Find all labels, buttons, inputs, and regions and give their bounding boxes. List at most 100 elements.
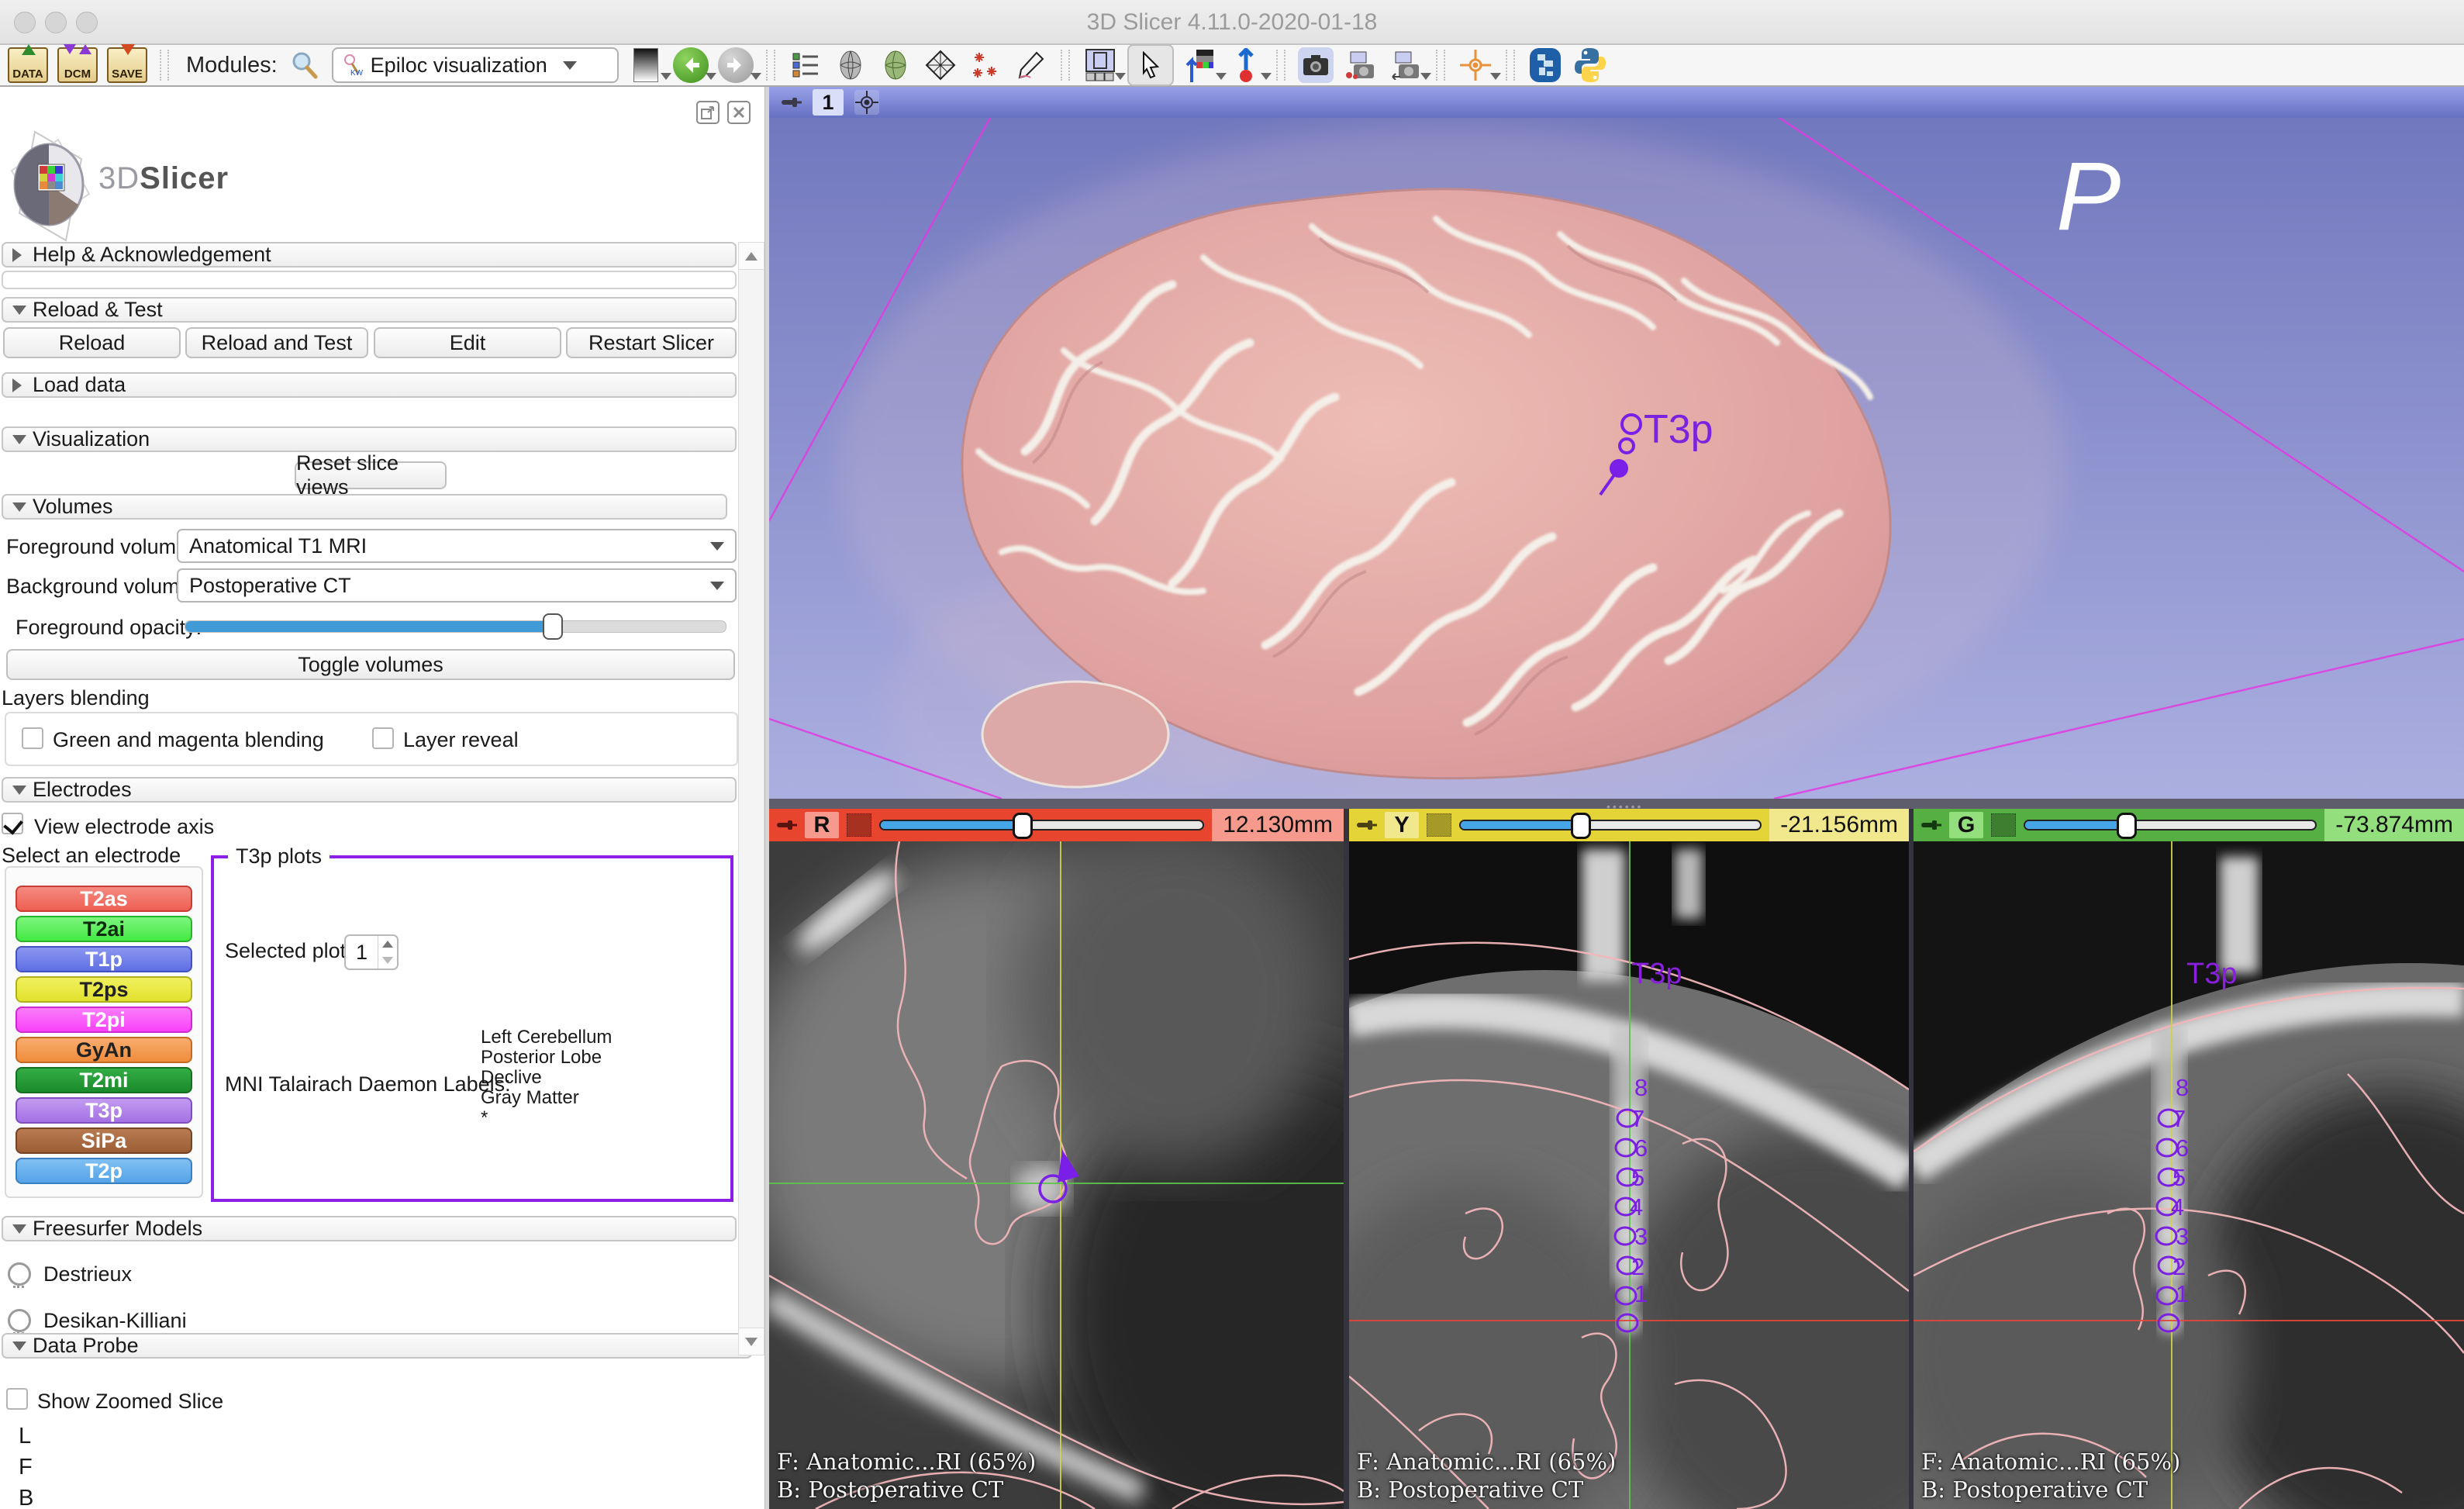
red-slice-letter[interactable]: R (805, 812, 839, 838)
freesurfer-item-desikan[interactable]: Desikan-Killiani (43, 1309, 187, 1333)
green-magenta-checkbox[interactable] (22, 727, 43, 749)
slice-splitter[interactable] (1344, 809, 1349, 1509)
layout-list-icon[interactable] (788, 47, 823, 83)
slider-handle[interactable] (2117, 813, 2137, 839)
pin-icon[interactable] (1920, 817, 1941, 834)
background-volume-selector[interactable]: Postoperative CT (177, 568, 737, 603)
electrode-button-t2p[interactable]: T2p (16, 1158, 192, 1184)
cube-icon[interactable] (833, 47, 868, 83)
pen-icon[interactable] (1013, 47, 1048, 83)
fiducial-cluster-icon[interactable] (968, 47, 1003, 83)
visibility-icon[interactable] (8, 1309, 31, 1332)
electrode-button-t2ai[interactable]: T2ai (16, 916, 192, 942)
module-back-icon[interactable] (673, 47, 709, 83)
slider-handle[interactable] (543, 613, 563, 640)
scroll-up-icon[interactable] (739, 243, 764, 270)
section-electrodes[interactable]: Electrodes (2, 777, 737, 803)
view-electrode-axis-checkbox[interactable] (2, 813, 23, 834)
reload-and-test-button[interactable]: Reload and Test (185, 327, 368, 358)
save-button[interactable]: SAVE (107, 47, 147, 83)
panel-scrollbar[interactable] (738, 242, 764, 1355)
slice-visibility-icon[interactable] (847, 813, 871, 837)
section-freesurfer[interactable]: Freesurfer Models (2, 1216, 737, 1241)
module-selector[interactable]: KW Epiloc visualization (332, 47, 619, 83)
slice-visibility-icon[interactable] (1427, 813, 1451, 837)
edit-button[interactable]: Edit (374, 327, 561, 358)
section-data-probe[interactable]: Data Probe (2, 1333, 752, 1359)
pin-icon[interactable] (1355, 817, 1377, 834)
section-load-data[interactable]: Load data (2, 372, 737, 398)
electrode-button-t2as[interactable]: T2as (16, 886, 192, 912)
view3d-crosshair-icon[interactable] (854, 90, 879, 115)
pin-icon[interactable] (775, 817, 797, 834)
electrode-button-t1p[interactable]: T1p (16, 946, 192, 972)
module-search-icon[interactable] (287, 47, 323, 83)
foreground-volume-selector[interactable]: Anatomical T1 MRI (177, 529, 737, 563)
electrode-button-t3p[interactable]: T3p (16, 1097, 192, 1124)
yellow-slice-letter[interactable]: Y (1385, 812, 1419, 838)
view-splitter[interactable]: •••••• (769, 799, 2464, 809)
red-slice-slider[interactable] (879, 820, 1204, 830)
module-history-icon[interactable] (628, 47, 664, 83)
yellow-slice-image[interactable]: T3p 8 7 6 5 4 3 2 1 F: Anatomic...RI (65… (1349, 841, 1909, 1509)
electrode-button-t2pi[interactable]: T2pi (16, 1007, 192, 1033)
red-slice-image[interactable]: F: Anatomic...RI (65%) B: Postoperative … (769, 841, 1344, 1509)
foreground-overlay-text: F: Anatomic...RI (65%) (1921, 1449, 2180, 1475)
module-forward-icon[interactable] (718, 47, 754, 83)
place-fiducial-icon[interactable] (1228, 47, 1264, 83)
section-reload-test[interactable]: Reload & Test (2, 297, 737, 323)
scroll-down-icon[interactable] (739, 1328, 764, 1355)
section-visualization[interactable]: Visualization (2, 426, 737, 452)
selected-plot-spinbox[interactable]: 1 (344, 934, 399, 970)
green-slice-image[interactable]: T3p 8 7 6 5 4 3 2 1 F: Anatomic...RI (65… (1914, 841, 2464, 1509)
orientation-marker-p: P (2056, 141, 2122, 252)
green-slice-view[interactable]: G -73.874mm (1914, 809, 2464, 1509)
extensions-icon[interactable] (1527, 47, 1563, 83)
restart-slicer-button[interactable]: Restart Slicer (566, 327, 737, 358)
load-dicom-button[interactable]: DCM (57, 47, 98, 83)
show-zoomed-slice-checkbox[interactable] (6, 1388, 28, 1410)
toggle-volumes-button[interactable]: Toggle volumes (6, 649, 735, 680)
electrode-button-sipa[interactable]: SiPa (16, 1127, 192, 1154)
freesurfer-item-destrieux[interactable]: Destrieux (43, 1262, 132, 1286)
foreground-opacity-slider[interactable] (185, 620, 726, 633)
slice-visibility-icon[interactable] (1991, 813, 2016, 837)
spin-up-icon[interactable] (378, 936, 397, 952)
mesh-icon[interactable] (923, 47, 958, 83)
view3d-tab[interactable]: 1 (813, 89, 844, 116)
window-title: 3D Slicer 4.11.0-2020-01-18 (0, 9, 2464, 36)
crosshair-icon[interactable] (1458, 47, 1493, 83)
red-slice-view[interactable]: R 12.130mm (769, 809, 1344, 1509)
electrode-button-t2mi[interactable]: T2mi (16, 1067, 192, 1093)
slider-handle[interactable] (1571, 813, 1591, 839)
visibility-icon[interactable] (8, 1262, 31, 1286)
view3d-viewport[interactable]: P T3p (769, 118, 2464, 799)
section-help[interactable]: Help & Acknowledgement (2, 242, 737, 268)
layout-window-icon[interactable] (1082, 47, 1118, 83)
green-slice-slider[interactable] (2024, 820, 2317, 830)
mouse-pointer-icon[interactable] (1127, 44, 1174, 86)
reset-slice-views-button[interactable]: Reset slice views (295, 461, 447, 489)
contact-number: 5 (2172, 1164, 2186, 1192)
load-data-button[interactable]: DATA (8, 47, 48, 83)
slider-handle[interactable] (1013, 813, 1033, 839)
reload-button[interactable]: Reload (3, 327, 181, 358)
screenshot-icon[interactable] (1298, 47, 1334, 83)
background-overlay-text: B: Postoperative CT (1921, 1476, 2148, 1503)
adjust-window-level-icon[interactable] (1183, 47, 1219, 83)
yellow-slice-view[interactable]: Y -21.156mm (1349, 809, 1909, 1509)
undock-panel-icon[interactable] (696, 101, 720, 124)
electrode-button-t2ps[interactable]: T2ps (16, 976, 192, 1003)
scene-view-icon[interactable] (1343, 47, 1379, 83)
section-volumes[interactable]: Volumes (2, 494, 727, 520)
ellipsoid-icon[interactable] (878, 47, 913, 83)
yellow-slice-slider[interactable] (1459, 820, 1762, 830)
spin-down-icon[interactable] (378, 952, 397, 969)
electrode-button-gyan[interactable]: GyAn (16, 1037, 192, 1063)
restore-scene-view-icon[interactable] (1388, 47, 1424, 83)
pin-icon[interactable] (780, 94, 802, 111)
layer-reveal-checkbox[interactable] (372, 727, 394, 749)
python-icon[interactable] (1572, 47, 1608, 83)
green-slice-letter[interactable]: G (1949, 812, 1983, 838)
close-panel-icon[interactable] (727, 101, 751, 124)
